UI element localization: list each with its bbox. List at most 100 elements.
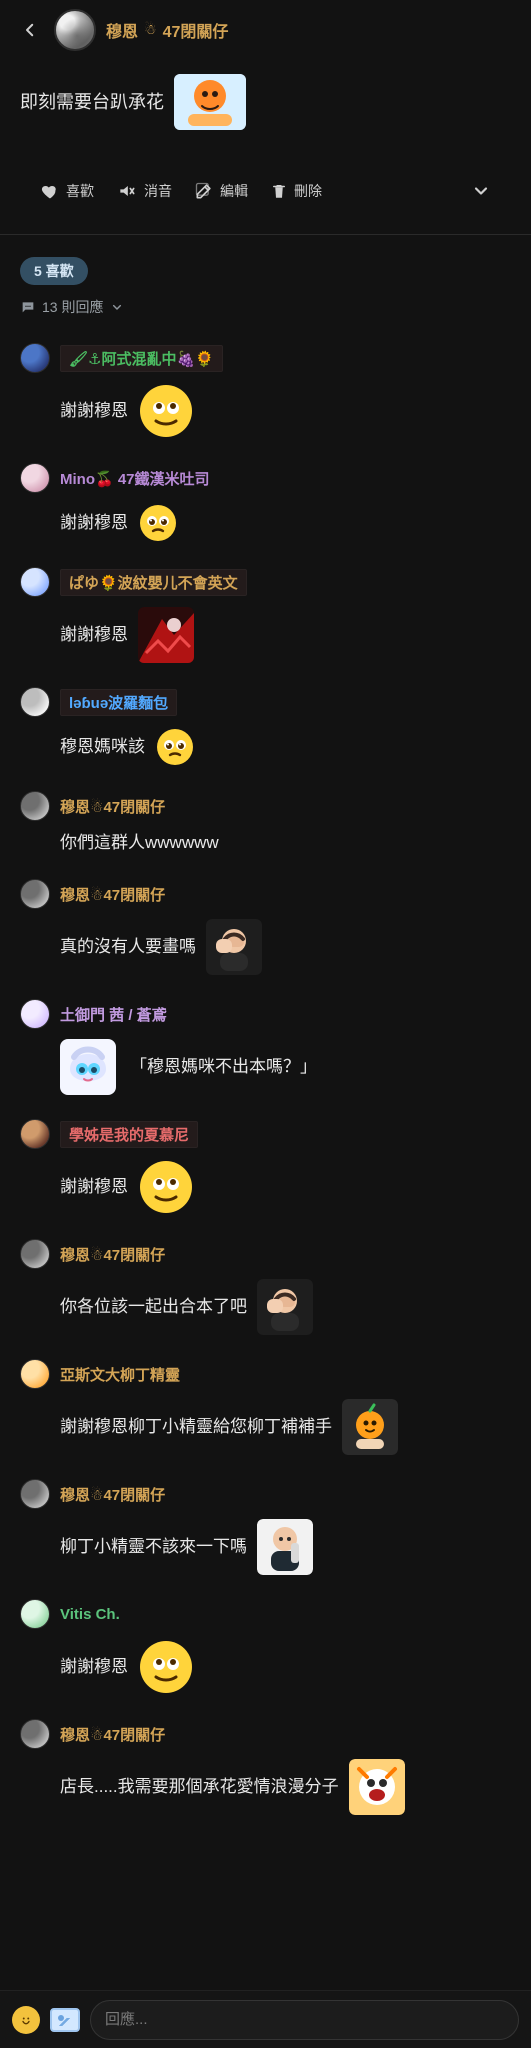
comment-sticker[interactable]	[138, 1159, 194, 1215]
comment-sticker[interactable]	[206, 919, 262, 975]
sticker-man-icon	[206, 919, 262, 975]
comment-author-name[interactable]: 學姊是我的夏慕尼	[60, 1120, 199, 1148]
comment-avatar[interactable]	[20, 1359, 50, 1389]
comment-sticker[interactable]	[138, 503, 178, 543]
comment-item: 亞斯文大柳丁精靈謝謝穆恩柳丁小精靈給您柳丁補補手	[0, 1343, 531, 1463]
comment-author-name[interactable]: 穆恩☃47閉關仔	[60, 1244, 165, 1265]
speaker-mute-icon	[120, 186, 135, 196]
comment-sticker[interactable]	[60, 1039, 116, 1095]
comment-author-name[interactable]: ぱゆ🌻波紋嬰儿不會英文	[60, 568, 247, 596]
comment-header: Vitis Ch.	[20, 1597, 511, 1631]
expand-action[interactable]	[471, 181, 491, 201]
mute-action[interactable]: 消音	[116, 181, 172, 201]
sticker-man-bottle-icon	[257, 1519, 313, 1575]
comment-item: ぱゆ🌻波紋嬰儿不會英文 謝謝穆恩	[0, 551, 531, 671]
sticker-roll-eyes-icon	[140, 1641, 192, 1693]
edit-action[interactable]: 編輯	[194, 181, 248, 201]
comment-body: 真的沒有人要畫嗎	[20, 919, 511, 975]
sticker-anime-girl-icon	[60, 1039, 116, 1095]
top-bar: 穆恩 ☃ 47閉關仔	[0, 0, 531, 60]
comment-avatar[interactable]	[20, 1479, 50, 1509]
delete-action[interactable]: 刪除	[270, 181, 322, 201]
comment-avatar[interactable]	[20, 1239, 50, 1269]
comment-sticker[interactable]	[348, 1759, 405, 1815]
comment-item: 🖌⚓阿式混亂中🍇🌻 謝謝穆恩	[0, 327, 531, 447]
comment-sticker[interactable]	[257, 1279, 313, 1335]
likes-pill[interactable]: 5 喜歡	[20, 257, 88, 285]
comment-author-name[interactable]: 穆恩☃47閉關仔	[60, 1484, 165, 1505]
comment-sticker[interactable]	[342, 1399, 398, 1455]
comment-text: 謝謝穆恩	[60, 1177, 128, 1196]
comment-avatar[interactable]	[20, 1719, 50, 1749]
comment-item: 穆恩☃47閉關仔 你各位該一起出合本了吧	[0, 1223, 531, 1343]
comment-avatar[interactable]	[20, 879, 50, 909]
edit-label: 編輯	[220, 183, 248, 199]
comment-author-name[interactable]: 穆恩☃47閉關仔	[60, 884, 165, 905]
comment-avatar[interactable]	[20, 1119, 50, 1149]
image-button[interactable]	[50, 2007, 80, 2032]
comment-author-name[interactable]: 🖌⚓阿式混亂中🍇🌻	[60, 344, 223, 372]
comment-header: 土御門 茜 / 蒼鳶	[20, 997, 511, 1031]
post-content: 即刻需要台趴承花	[20, 74, 511, 130]
poster-avatar[interactable]	[54, 9, 96, 51]
heart-icon	[41, 186, 56, 199]
poster-username: 穆恩	[106, 24, 139, 41]
sticker-pleading-icon	[157, 729, 193, 765]
comment-avatar[interactable]	[20, 343, 50, 373]
comment-body: 謝謝穆恩	[20, 503, 511, 543]
comment-author-name[interactable]: 穆恩☃47閉關仔	[60, 796, 165, 817]
reply-composer	[0, 1990, 531, 2048]
edit-icon	[195, 182, 211, 199]
comment-avatar[interactable]	[20, 999, 50, 1029]
comment-list: 🖌⚓阿式混亂中🍇🌻 謝謝穆恩 Mino🍒 47鐵漢米吐司 謝謝穆恩 ぱゆ🌻波紋嬰儿不…	[0, 327, 531, 1893]
comment-text: 真的沒有人要畫嗎	[60, 937, 196, 956]
comment-header: 穆恩☃47閉關仔	[20, 789, 511, 823]
comment-author-name[interactable]: ləɓuə波羅麵包	[60, 688, 178, 716]
comment-author-name[interactable]: Mino🍒 47鐵漢米吐司	[60, 468, 210, 489]
like-action[interactable]: 喜歡	[40, 181, 94, 201]
smile-icon	[18, 2012, 34, 2027]
comment-sticker[interactable]	[138, 383, 194, 439]
emoji-button[interactable]	[12, 2005, 40, 2034]
comment-avatar[interactable]	[20, 567, 50, 597]
comment-item: 穆恩☃47閉關仔真的沒有人要畫嗎	[0, 863, 531, 983]
chevron-down-icon	[113, 304, 122, 310]
comment-header: 亞斯文大柳丁精靈	[20, 1357, 511, 1391]
comment-header: ləɓuə波羅麵包	[20, 685, 511, 719]
post-sticker[interactable]	[174, 74, 246, 130]
comment-header: 🖌⚓阿式混亂中🍇🌻	[20, 341, 511, 375]
sticker-illustration-icon	[174, 74, 246, 130]
comment-author-name[interactable]: Vitis Ch.	[60, 1606, 120, 1623]
comment-author-name[interactable]: 土御門 茜 / 蒼鳶	[60, 1004, 167, 1025]
comment-avatar[interactable]	[20, 463, 50, 493]
back-chevron-icon[interactable]	[16, 16, 44, 44]
sticker-man-icon	[257, 1279, 313, 1335]
reply-input[interactable]	[90, 1999, 519, 2040]
comment-text: 謝謝穆恩	[60, 401, 128, 420]
comment-author-name[interactable]: 穆恩☃47閉關仔	[60, 1724, 165, 1745]
comment-item: Mino🍒 47鐵漢米吐司 謝謝穆恩	[0, 447, 531, 551]
comment-avatar[interactable]	[20, 791, 50, 821]
comment-body: 你們這群人wwwwww	[20, 831, 511, 855]
comment-avatar[interactable]	[20, 687, 50, 717]
comment-author-name[interactable]: 亞斯文大柳丁精靈	[60, 1364, 180, 1385]
comment-header: 穆恩☃47閉關仔	[20, 1477, 511, 1511]
chevron-down-icon	[474, 187, 488, 195]
comment-sticker[interactable]	[138, 1639, 194, 1695]
comment-avatar[interactable]	[20, 1599, 50, 1629]
trash-icon	[273, 185, 285, 198]
comment-text: 謝謝穆恩	[60, 513, 128, 532]
replies-meta[interactable]: 13 則回應	[0, 285, 531, 327]
comment-sticker[interactable]	[155, 727, 195, 767]
sticker-orange-spirit-icon	[342, 1399, 398, 1455]
comment-item: Vitis Ch. 謝謝穆恩	[0, 1583, 531, 1703]
comment-sticker[interactable]	[138, 607, 194, 663]
poster-name[interactable]: 穆恩 ☃ 47閉關仔	[106, 18, 228, 42]
comment-text: 謝謝穆恩	[60, 1657, 128, 1676]
likes-row: 5 喜歡	[0, 235, 531, 285]
comment-sticker[interactable]	[257, 1519, 313, 1575]
comment-body: 謝謝穆恩柳丁小精靈給您柳丁補補手	[20, 1399, 511, 1455]
sticker-screaming-icon	[348, 1759, 405, 1815]
comment-item: 穆恩☃47閉關仔你們這群人wwwwww	[0, 775, 531, 863]
poster-name-emoji: ☃	[144, 22, 157, 38]
